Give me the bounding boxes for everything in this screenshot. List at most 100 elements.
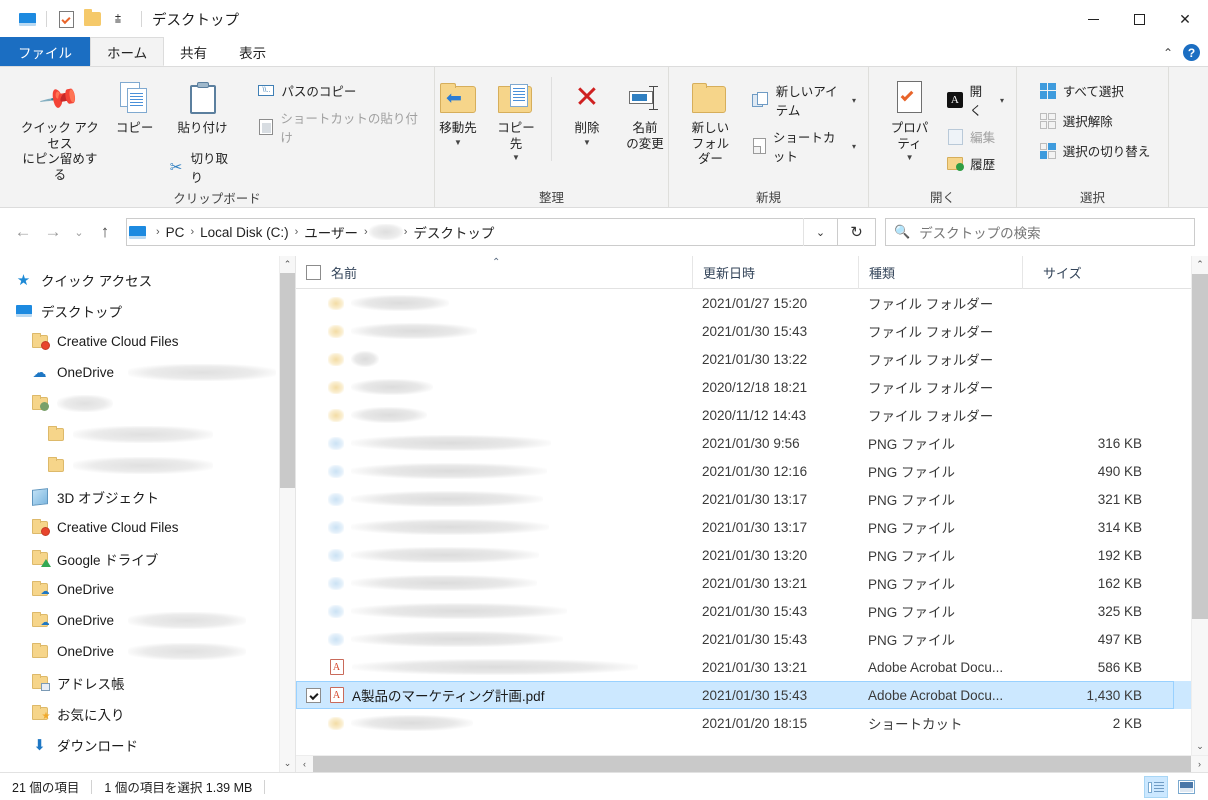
- sidebar-item-2[interactable]: Creative Cloud Files: [0, 326, 295, 357]
- copy-to-caret-icon[interactable]: ▼: [512, 153, 520, 163]
- table-row[interactable]: 2021/01/30 13:17 PNG ファイル 321 KB: [296, 485, 1191, 513]
- open-caret-icon[interactable]: ▾: [1000, 96, 1004, 105]
- up-button[interactable]: ↑: [90, 217, 120, 247]
- table-row[interactable]: 2021/01/30 13:17 PNG ファイル 314 KB: [296, 513, 1191, 541]
- invert-selection-button[interactable]: 選択の切り替え: [1035, 139, 1155, 162]
- row-checkbox[interactable]: [306, 687, 321, 703]
- vscroll-down-arrow[interactable]: ⌄: [1192, 738, 1208, 755]
- search-input[interactable]: デスクトップの検索: [919, 222, 1041, 242]
- pin-to-quick-access-button[interactable]: 📌 クイック アクセス にピン留めする: [14, 75, 106, 187]
- cut-button[interactable]: ✂ 切り取り: [164, 146, 242, 188]
- paste-shortcut-button[interactable]: ショートカットの貼り付け: [253, 106, 426, 148]
- minimize-button[interactable]: [1070, 0, 1116, 38]
- sidebar-item-6[interactable]: [0, 450, 295, 481]
- table-row[interactable]: 2021/01/30 9:56 PNG ファイル 316 KB: [296, 429, 1191, 457]
- sidebar-item-12[interactable]: OneDrive: [0, 636, 295, 667]
- table-row[interactable]: 2020/12/18 18:21 ファイル フォルダー: [296, 373, 1191, 401]
- table-row[interactable]: 2021/01/27 15:20 ファイル フォルダー: [296, 289, 1191, 317]
- table-row[interactable]: 2021/01/30 15:43 PNG ファイル 325 KB: [296, 597, 1191, 625]
- file-name-cell[interactable]: [296, 631, 692, 647]
- move-to-button[interactable]: ⬅ 移動先 ▼: [429, 75, 487, 151]
- copy-path-button[interactable]: \\.. パスのコピー: [253, 79, 426, 102]
- column-header-name[interactable]: 名前 ⌃: [296, 256, 692, 289]
- breadcrumb-item-local-disk[interactable]: Local Disk (C:): [195, 223, 294, 242]
- nav-scroll-thumb[interactable]: [280, 273, 295, 488]
- tab-file[interactable]: ファイル: [0, 37, 90, 66]
- new-folder-icon[interactable]: [79, 6, 105, 32]
- tab-home[interactable]: ホーム: [90, 37, 165, 66]
- sidebar-item-7[interactable]: 3D オブジェクト: [0, 481, 295, 512]
- sidebar-item-14[interactable]: ★ お気に入り: [0, 698, 295, 729]
- properties-checkmark-icon[interactable]: [53, 6, 79, 32]
- hscroll-left-arrow[interactable]: ‹: [296, 756, 313, 773]
- open-with-button[interactable]: A 開く ▾: [942, 79, 1008, 121]
- vscroll-up-arrow[interactable]: ⌃: [1192, 256, 1208, 273]
- nav-scroll-up-arrow[interactable]: ⌃: [280, 256, 295, 273]
- tab-share[interactable]: 共有: [164, 37, 223, 66]
- details-view-button[interactable]: [1144, 776, 1168, 798]
- sidebar-item-13[interactable]: アドレス帳: [0, 667, 295, 698]
- help-icon[interactable]: ?: [1183, 44, 1200, 61]
- table-row[interactable]: 2021/01/30 12:16 PNG ファイル 490 KB: [296, 457, 1191, 485]
- table-row[interactable]: 2021/01/30 15:43 PNG ファイル 497 KB: [296, 625, 1191, 653]
- file-name-cell[interactable]: [296, 295, 692, 311]
- file-name-cell[interactable]: [296, 379, 692, 395]
- table-row[interactable]: 2021/01/30 15:43 ファイル フォルダー: [296, 317, 1191, 345]
- nav-pane-scrollbar[interactable]: ⌃ ⌄: [279, 256, 295, 772]
- nav-scroll-down-arrow[interactable]: ⌄: [280, 755, 295, 772]
- file-name-cell[interactable]: [296, 603, 692, 619]
- file-name-cell[interactable]: [296, 351, 692, 367]
- sidebar-item-5[interactable]: [0, 419, 295, 450]
- address-dropdown-icon[interactable]: ⌄: [803, 218, 837, 246]
- sidebar-item-4[interactable]: [0, 388, 295, 419]
- file-list-vscrollbar[interactable]: ⌃ ⌄: [1191, 256, 1208, 755]
- collapse-ribbon-icon[interactable]: ⌃: [1163, 46, 1173, 60]
- table-row[interactable]: 2021/01/30 13:22 ファイル フォルダー: [296, 345, 1191, 373]
- breadcrumb-item-desktop[interactable]: デスクトップ: [408, 220, 499, 244]
- forward-button[interactable]: →: [38, 217, 68, 247]
- file-name-cell[interactable]: [296, 715, 692, 731]
- recent-locations-button[interactable]: ⌄: [68, 217, 90, 247]
- column-header-type[interactable]: 種類: [858, 256, 1022, 289]
- column-header-date[interactable]: 更新日時: [692, 256, 858, 289]
- breadcrumb-item-pc[interactable]: PC: [161, 223, 190, 242]
- select-none-button[interactable]: 選択解除: [1035, 109, 1155, 132]
- file-name-cell[interactable]: [296, 519, 692, 535]
- sidebar-item-3[interactable]: ☁ OneDrive: [0, 357, 295, 388]
- select-all-checkbox[interactable]: [306, 264, 321, 280]
- properties-button[interactable]: プロパティ ▼: [879, 75, 940, 166]
- search-box[interactable]: 🔍 デスクトップの検索: [885, 218, 1195, 246]
- quick-access-dropdown-icon[interactable]: ⩲: [105, 6, 131, 32]
- move-to-caret-icon[interactable]: ▼: [454, 138, 462, 148]
- file-name-cell[interactable]: A A製品のマーケティング計画.pdf: [296, 685, 692, 705]
- large-icons-view-button[interactable]: [1174, 776, 1198, 798]
- file-name-cell[interactable]: [296, 491, 692, 507]
- file-name-cell[interactable]: [296, 407, 692, 423]
- vscroll-thumb[interactable]: [1192, 274, 1208, 619]
- new-item-caret-icon[interactable]: ▾: [852, 96, 856, 105]
- delete-caret-icon[interactable]: ▼: [583, 138, 591, 148]
- file-name-cell[interactable]: [296, 435, 692, 451]
- sidebar-item-8[interactable]: Creative Cloud Files: [0, 512, 295, 543]
- file-name-cell[interactable]: [296, 323, 692, 339]
- new-item-button[interactable]: 新しいアイテム ▾: [748, 79, 860, 121]
- sidebar-item-10[interactable]: ☁ OneDrive: [0, 574, 295, 605]
- close-button[interactable]: ✕: [1162, 0, 1208, 38]
- sidebar-item-1[interactable]: デスクトップ: [0, 295, 295, 326]
- delete-button[interactable]: ✕ 削除 ▼: [558, 75, 616, 151]
- column-header-size[interactable]: サイズ: [1022, 256, 1142, 289]
- address-box[interactable]: › PC › Local Disk (C:) › ユーザー › › デスクトップ…: [126, 218, 838, 246]
- file-list-hscrollbar[interactable]: ‹ ›: [296, 755, 1208, 772]
- table-row[interactable]: 2021/01/30 13:21 PNG ファイル 162 KB: [296, 569, 1191, 597]
- file-name-cell[interactable]: [296, 575, 692, 591]
- hscroll-thumb[interactable]: [313, 756, 1191, 772]
- file-name-cell[interactable]: A: [296, 659, 692, 676]
- file-name-cell[interactable]: [296, 547, 692, 563]
- paste-button[interactable]: 貼り付け: [168, 75, 238, 140]
- sidebar-item-15[interactable]: ⬇ ダウンロード: [0, 729, 295, 760]
- table-row[interactable]: A 2021/01/30 13:21 Adobe Acrobat Docu... 58…: [296, 653, 1191, 681]
- maximize-button[interactable]: [1116, 0, 1162, 38]
- table-row[interactable]: A A製品のマーケティング計画.pdf 2021/01/30 15:43 Adobe …: [296, 681, 1191, 709]
- table-row[interactable]: 2021/01/30 13:20 PNG ファイル 192 KB: [296, 541, 1191, 569]
- sidebar-item-0[interactable]: ★ クイック アクセス: [0, 264, 295, 295]
